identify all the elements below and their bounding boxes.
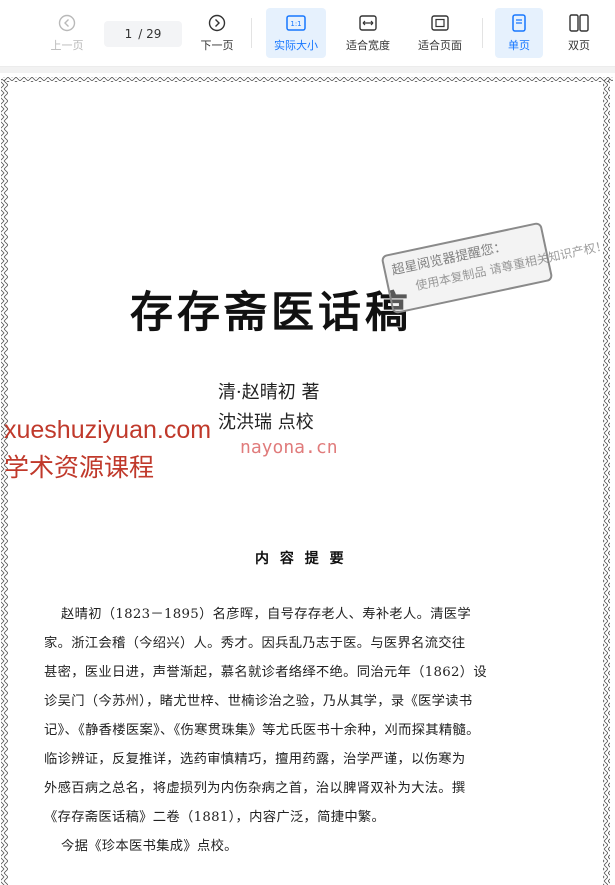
fit-page-label: 适合页面 (418, 39, 462, 52)
chevron-left-icon (58, 12, 76, 34)
double-page-icon (569, 12, 589, 34)
actual-size-icon: 1:1 (286, 12, 306, 34)
summary-line: 记》、《静香楼医案》、《伤寒贯珠集》等尤氏医书十余种，刈而探其精髓。 (44, 723, 480, 738)
single-page-icon (512, 12, 526, 34)
double-page-label: 双页 (568, 39, 590, 52)
prev-page-label: 上一页 (50, 39, 84, 52)
toolbar-divider (482, 18, 483, 48)
summary-line: 今据《珍本医书集成》点校。 (61, 839, 238, 854)
summary-line: 临诊辨证，反复推详，选药审慎精巧，擅用药露，治学严谨，以伤寒为 (44, 752, 466, 767)
prev-page-button[interactable]: 上一页 (44, 8, 90, 58)
next-page-button[interactable]: 下一页 (194, 8, 240, 58)
summary-line: 甚密，医业日进，声誉渐起，慕名就诊者络绎不绝。同治元年（1862）设 (44, 665, 487, 680)
next-page-label: 下一页 (200, 39, 234, 52)
fit-width-icon (359, 12, 377, 34)
document-viewport[interactable]: 存存斋医话稿 超星阅览器提醒您： 使用本复制品 请尊重相关知识产权！ 清·赵晴初… (0, 67, 615, 885)
page-number-input[interactable]: 1 / 29 (104, 21, 182, 47)
page-total: / 29 (138, 27, 162, 41)
actual-size-label: 实际大小 (274, 39, 318, 52)
section-heading: 内 容 提 要 (255, 551, 347, 567)
watermark-site-en: xueshuziyuan.com (4, 416, 212, 444)
fit-width-label: 适合宽度 (346, 39, 390, 52)
summary-line: 赵晴初（1823－1895）名彦晖，自号存存老人、寿补老人。清医学 (61, 607, 471, 622)
viewer-toolbar: 上一页 1 / 29 下一页 1:1 实际大小 适合宽度 适合页面 单页 双页 (0, 0, 615, 67)
document-page: 存存斋医话稿 超星阅览器提醒您： 使用本复制品 请尊重相关知识产权！ 清·赵晴初… (0, 73, 615, 885)
page-current: 1 (124, 27, 133, 41)
fit-width-button[interactable]: 适合宽度 (338, 8, 398, 58)
author-line: 清·赵晴初 著 (218, 382, 320, 403)
double-page-button[interactable]: 双页 (556, 8, 602, 58)
watermark-site-small: nayona.cn (240, 437, 338, 458)
summary-line: 家。浙江会稽（今绍兴）人。秀才。因兵乱乃志于医。与医界名流交往 (44, 636, 466, 651)
summary-line: 《存存斋医话稿》二卷（1881），内容广泛，简捷中繁。 (44, 810, 386, 825)
fit-page-icon (431, 12, 449, 34)
fit-page-button[interactable]: 适合页面 (410, 8, 470, 58)
chevron-right-icon (208, 12, 226, 34)
single-page-button[interactable]: 单页 (495, 8, 543, 58)
editor-line: 沈洪瑞 点校 (218, 412, 314, 433)
single-page-label: 单页 (508, 39, 530, 52)
svg-text:1:1: 1:1 (290, 20, 301, 28)
watermark-site-cn: 学术资源课程 (4, 453, 155, 482)
summary-line: 诊吴门（今苏州），睹尤世梓、世楠诊治之验，乃从其学，录《医学读书 (44, 694, 473, 709)
summary-line: 外感百病之总名，将虚损列为内伤杂病之首，治以脾肾双补为大法。撰 (44, 781, 466, 796)
actual-size-button[interactable]: 1:1 实际大小 (266, 8, 326, 58)
toolbar-divider (251, 18, 252, 48)
